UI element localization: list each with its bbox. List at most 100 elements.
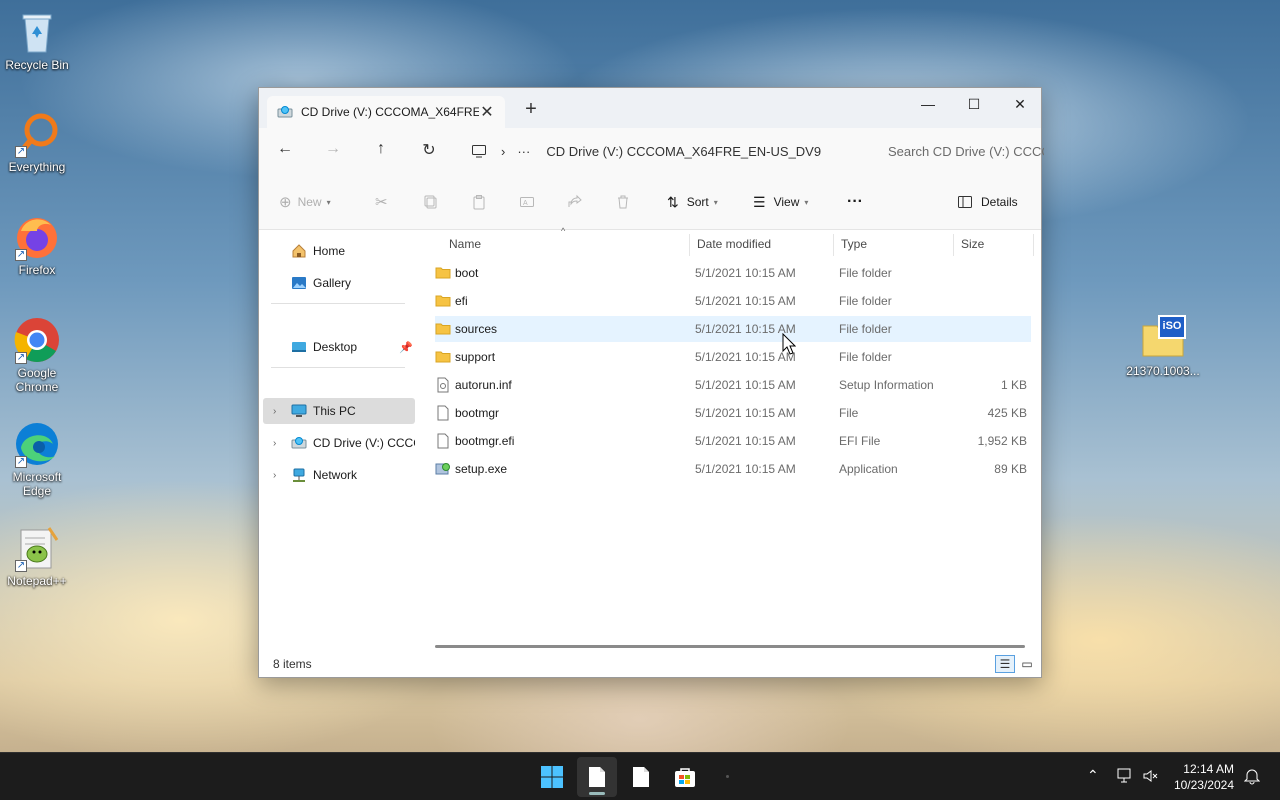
details-pane-button[interactable]: Details bbox=[957, 191, 1018, 213]
desktop-icon-iso-file[interactable]: iSO 21370.1003... bbox=[1124, 314, 1202, 378]
file-name-cell[interactable]: sources bbox=[435, 316, 497, 342]
taskbar-store-button[interactable] bbox=[665, 757, 705, 797]
tiles-view-button[interactable]: ▭ bbox=[1017, 655, 1037, 673]
new-button-label: New bbox=[297, 195, 322, 209]
chevron-right-icon[interactable]: › bbox=[273, 406, 276, 417]
desktop-icon-chrome[interactable]: ↗ Google Chrome bbox=[0, 316, 74, 394]
copy-icon bbox=[424, 195, 437, 209]
file-row[interactable]: support 5/1/2021 10:15 AM File folder bbox=[435, 344, 1031, 370]
details-view-button[interactable]: ☰ bbox=[995, 655, 1015, 673]
file-row[interactable]: bootmgr.efi 5/1/2021 10:15 AM EFI File 1,95… bbox=[435, 428, 1031, 454]
plus-circle-icon: ⊕ bbox=[279, 194, 292, 211]
file-row[interactable]: sources 5/1/2021 10:15 AM File folder bbox=[435, 316, 1031, 342]
active-indicator bbox=[589, 792, 605, 795]
new-tab-button[interactable]: + bbox=[521, 98, 541, 121]
chevron-down-icon: ▾ bbox=[326, 197, 331, 207]
forward-button[interactable]: → bbox=[321, 140, 345, 162]
file-name-cell[interactable]: efi bbox=[435, 288, 468, 314]
taskbar-notepad-button[interactable] bbox=[621, 757, 661, 797]
nav-item-gallery[interactable]: Gallery bbox=[269, 270, 415, 296]
desktop-icon-edge[interactable]: ↗ Microsoft Edge bbox=[0, 420, 74, 498]
notifications-button[interactable] bbox=[1243, 767, 1261, 788]
chevron-right-icon[interactable]: › bbox=[273, 438, 276, 449]
delete-button[interactable] bbox=[615, 191, 631, 213]
file-icon bbox=[435, 405, 451, 421]
desktop-icon-firefox[interactable]: ↗ Firefox bbox=[0, 213, 74, 277]
see-more-button[interactable]: ··· bbox=[847, 191, 863, 213]
taskbar-file-explorer-button[interactable] bbox=[577, 757, 617, 797]
file-date: 5/1/2021 10:15 AM bbox=[695, 266, 796, 280]
paste-button[interactable] bbox=[471, 191, 487, 213]
file-name-cell[interactable]: boot bbox=[435, 260, 478, 286]
details-pane-icon bbox=[958, 196, 972, 208]
taskbar-clock[interactable]: 12:14 AM 10/23/2024 bbox=[1174, 761, 1234, 793]
nav-item-label: Network bbox=[313, 468, 358, 482]
mouse-cursor-icon bbox=[782, 332, 797, 358]
sort-icon: ⇅ bbox=[667, 193, 679, 210]
column-header-size[interactable]: Size bbox=[953, 230, 1033, 258]
column-header-name[interactable]: Name bbox=[441, 230, 691, 258]
breadcrumb-current[interactable]: CD Drive (V:) CCCOMA_X64FRE_EN-US_DV9 bbox=[546, 144, 821, 159]
copy-button[interactable] bbox=[423, 191, 439, 213]
cut-button[interactable]: ✂ bbox=[375, 191, 388, 213]
network-status-button[interactable] bbox=[1116, 767, 1134, 788]
minimize-button[interactable]: — bbox=[905, 88, 951, 120]
desktop-icon-everything[interactable]: ↗ Everything bbox=[0, 110, 74, 174]
breadcrumb-more-button[interactable]: ··· bbox=[517, 144, 530, 159]
file-name: efi bbox=[455, 294, 468, 308]
refresh-button[interactable]: ↻ bbox=[417, 140, 441, 162]
nav-item-cd-drive[interactable]: › CD Drive (V:) CCCOMA_X64FRE_EN-US_DV9 bbox=[263, 430, 415, 456]
home-icon bbox=[292, 244, 306, 258]
close-window-button[interactable]: ✕ bbox=[997, 88, 1043, 120]
view-button[interactable]: ☰ View ▾ bbox=[753, 191, 808, 213]
column-header-type[interactable]: Type bbox=[833, 230, 953, 258]
nav-item-desktop[interactable]: Desktop 📌 bbox=[269, 334, 415, 360]
pin-icon[interactable]: 📌 bbox=[399, 341, 413, 354]
network-monitor-icon bbox=[1117, 768, 1131, 783]
file-row[interactable]: efi 5/1/2021 10:15 AM File folder bbox=[435, 288, 1031, 314]
start-button[interactable] bbox=[532, 757, 572, 797]
search-input[interactable]: Search CD Drive (V:) CCCO bbox=[874, 135, 1044, 167]
file-name-cell[interactable]: support bbox=[435, 344, 495, 370]
sort-button-label: Sort bbox=[686, 195, 709, 209]
cd-drive-icon bbox=[277, 106, 293, 118]
back-button[interactable]: ← bbox=[273, 140, 297, 162]
column-header-date[interactable]: Date modified bbox=[689, 230, 833, 258]
desktop-folder-icon bbox=[292, 342, 306, 352]
file-type: File folder bbox=[839, 322, 892, 336]
desktop-icon-notepad-plus-plus[interactable]: ↗ Notepad++ bbox=[0, 524, 74, 588]
column-divider[interactable] bbox=[1033, 234, 1034, 256]
file-name-cell[interactable]: setup.exe bbox=[435, 456, 507, 482]
tab-cd-drive[interactable]: CD Drive (V:) CCCOMA_X64FRE ✕ bbox=[267, 96, 505, 128]
sort-button[interactable]: ⇅ Sort ▾ bbox=[667, 191, 718, 213]
file-row[interactable]: setup.exe 5/1/2021 10:15 AM Application 89 … bbox=[435, 456, 1031, 482]
breadcrumb-separator-icon[interactable]: › bbox=[501, 144, 505, 159]
maximize-button[interactable]: ☐ bbox=[951, 88, 997, 120]
file-name-cell[interactable]: autorun.inf bbox=[435, 372, 512, 398]
desktop-icon-recycle-bin[interactable]: Recycle Bin bbox=[0, 8, 74, 72]
tab-close-icon[interactable]: ✕ bbox=[479, 102, 495, 122]
up-button[interactable]: ↑ bbox=[369, 140, 393, 162]
paste-icon bbox=[473, 195, 485, 210]
share-button[interactable] bbox=[567, 191, 583, 213]
new-button[interactable]: ⊕ New ▾ bbox=[279, 191, 331, 213]
file-row[interactable]: autorun.inf 5/1/2021 10:15 AM Setup Inform… bbox=[435, 372, 1031, 398]
file-type: Application bbox=[839, 462, 898, 476]
file-row[interactable]: boot 5/1/2021 10:15 AM File folder bbox=[435, 260, 1031, 286]
volume-button[interactable] bbox=[1142, 767, 1160, 788]
nav-item-network[interactable]: › Network bbox=[263, 462, 415, 488]
file-name-cell[interactable]: bootmgr.efi bbox=[435, 428, 514, 454]
address-bar[interactable]: › ··· CD Drive (V:) CCCOMA_X64FRE_EN-US_… bbox=[461, 135, 868, 167]
document-icon bbox=[633, 767, 649, 787]
file-row[interactable]: bootmgr 5/1/2021 10:15 AM File 425 KB bbox=[435, 400, 1031, 426]
nav-item-home[interactable]: Home bbox=[269, 238, 415, 264]
desktop-icon-label: Microsoft Edge bbox=[12, 470, 62, 498]
nav-item-this-pc[interactable]: › This PC bbox=[263, 398, 415, 424]
chevron-right-icon[interactable]: › bbox=[273, 470, 276, 481]
horizontal-scrollbar[interactable] bbox=[435, 645, 1025, 648]
gallery-icon bbox=[292, 277, 306, 289]
file-name-cell[interactable]: bootmgr bbox=[435, 400, 499, 426]
show-hidden-icons-button[interactable]: ⌃ bbox=[1087, 767, 1099, 784]
file-type: File folder bbox=[839, 350, 892, 364]
rename-button[interactable]: A bbox=[519, 191, 535, 213]
